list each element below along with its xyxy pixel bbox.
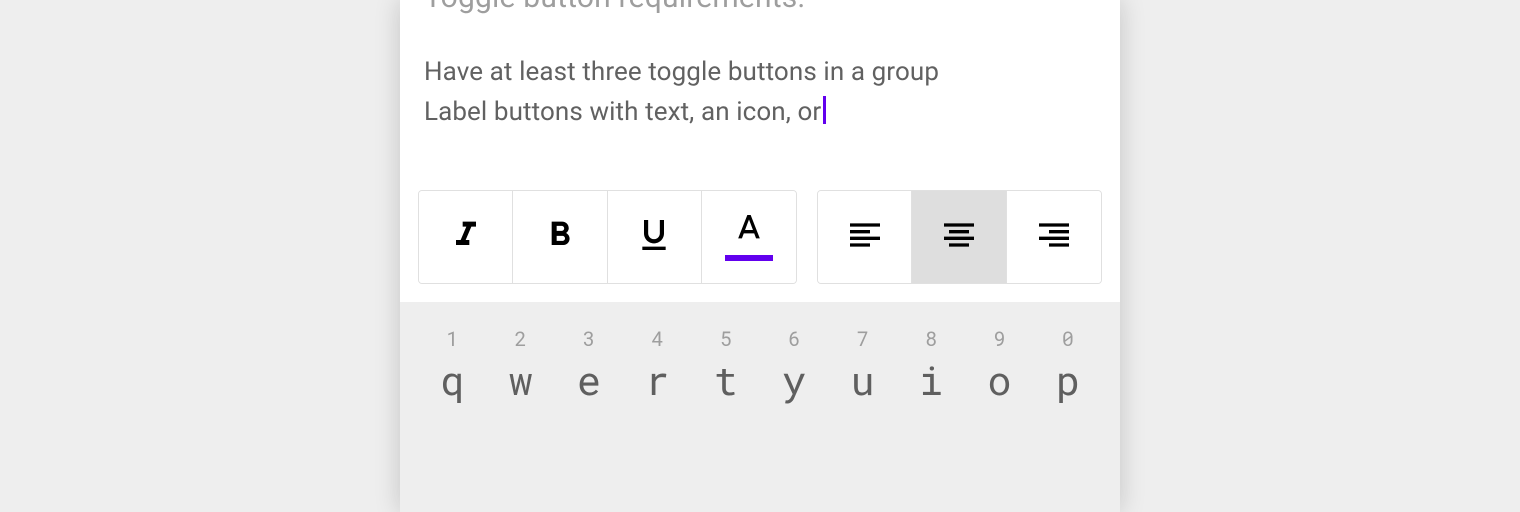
formatting-toolbar bbox=[400, 190, 1120, 302]
key-letter: i bbox=[897, 360, 965, 400]
key-hint: 7 bbox=[828, 326, 896, 352]
editor-line: Have at least three toggle buttons in a … bbox=[424, 52, 1096, 92]
key-t[interactable]: 5 t bbox=[692, 326, 760, 400]
key-i[interactable]: 8 i bbox=[897, 326, 965, 400]
key-p[interactable]: 0 p bbox=[1034, 326, 1102, 400]
key-hint: 3 bbox=[555, 326, 623, 352]
bold-icon bbox=[540, 215, 580, 259]
key-hint: 2 bbox=[486, 326, 554, 352]
section-heading: Toggle button requirements: bbox=[424, 0, 1096, 18]
key-letter: p bbox=[1034, 360, 1102, 400]
key-letter: e bbox=[555, 360, 623, 400]
editor-area[interactable]: Toggle button requirements: Have at leas… bbox=[400, 0, 1120, 132]
text-cursor bbox=[823, 96, 826, 124]
align-center-button[interactable] bbox=[912, 191, 1006, 283]
key-letter: y bbox=[760, 360, 828, 400]
editor-text: Label buttons with text, an icon, or bbox=[424, 97, 821, 127]
text-color-icon bbox=[729, 215, 769, 259]
align-center-icon bbox=[939, 215, 979, 259]
key-o[interactable]: 9 o bbox=[965, 326, 1033, 400]
key-y[interactable]: 6 y bbox=[760, 326, 828, 400]
key-letter: q bbox=[418, 360, 486, 400]
key-hint: 1 bbox=[418, 326, 486, 352]
text-style-group bbox=[418, 190, 797, 284]
color-swatch bbox=[725, 255, 773, 261]
align-left-icon bbox=[845, 215, 885, 259]
align-left-button[interactable] bbox=[818, 191, 912, 283]
key-e[interactable]: 3 e bbox=[555, 326, 623, 400]
key-w[interactable]: 2 w bbox=[486, 326, 554, 400]
align-right-button[interactable] bbox=[1007, 191, 1101, 283]
key-hint: 5 bbox=[692, 326, 760, 352]
key-letter: r bbox=[623, 360, 691, 400]
key-q[interactable]: 1 q bbox=[418, 326, 486, 400]
key-hint: 9 bbox=[965, 326, 1033, 352]
bold-button[interactable] bbox=[513, 191, 607, 283]
key-letter: o bbox=[965, 360, 1033, 400]
key-hint: 4 bbox=[623, 326, 691, 352]
underline-button[interactable] bbox=[608, 191, 702, 283]
key-letter: w bbox=[486, 360, 554, 400]
device-frame: Toggle button requirements: Have at leas… bbox=[400, 0, 1120, 512]
underline-icon bbox=[634, 215, 674, 259]
alignment-group bbox=[817, 190, 1102, 284]
on-screen-keyboard: 1 q 2 w 3 e 4 r 5 t 6 y bbox=[400, 302, 1120, 512]
keyboard-row-1: 1 q 2 w 3 e 4 r 5 t 6 y bbox=[400, 326, 1120, 400]
key-r[interactable]: 4 r bbox=[623, 326, 691, 400]
key-u[interactable]: 7 u bbox=[828, 326, 896, 400]
key-hint: 0 bbox=[1034, 326, 1102, 352]
italic-icon bbox=[446, 215, 486, 259]
key-letter: u bbox=[828, 360, 896, 400]
key-letter: t bbox=[692, 360, 760, 400]
italic-button[interactable] bbox=[419, 191, 513, 283]
key-hint: 6 bbox=[760, 326, 828, 352]
align-right-icon bbox=[1034, 215, 1074, 259]
text-color-button[interactable] bbox=[702, 191, 796, 283]
key-hint: 8 bbox=[897, 326, 965, 352]
editor-line: Label buttons with text, an icon, or bbox=[424, 92, 1096, 132]
